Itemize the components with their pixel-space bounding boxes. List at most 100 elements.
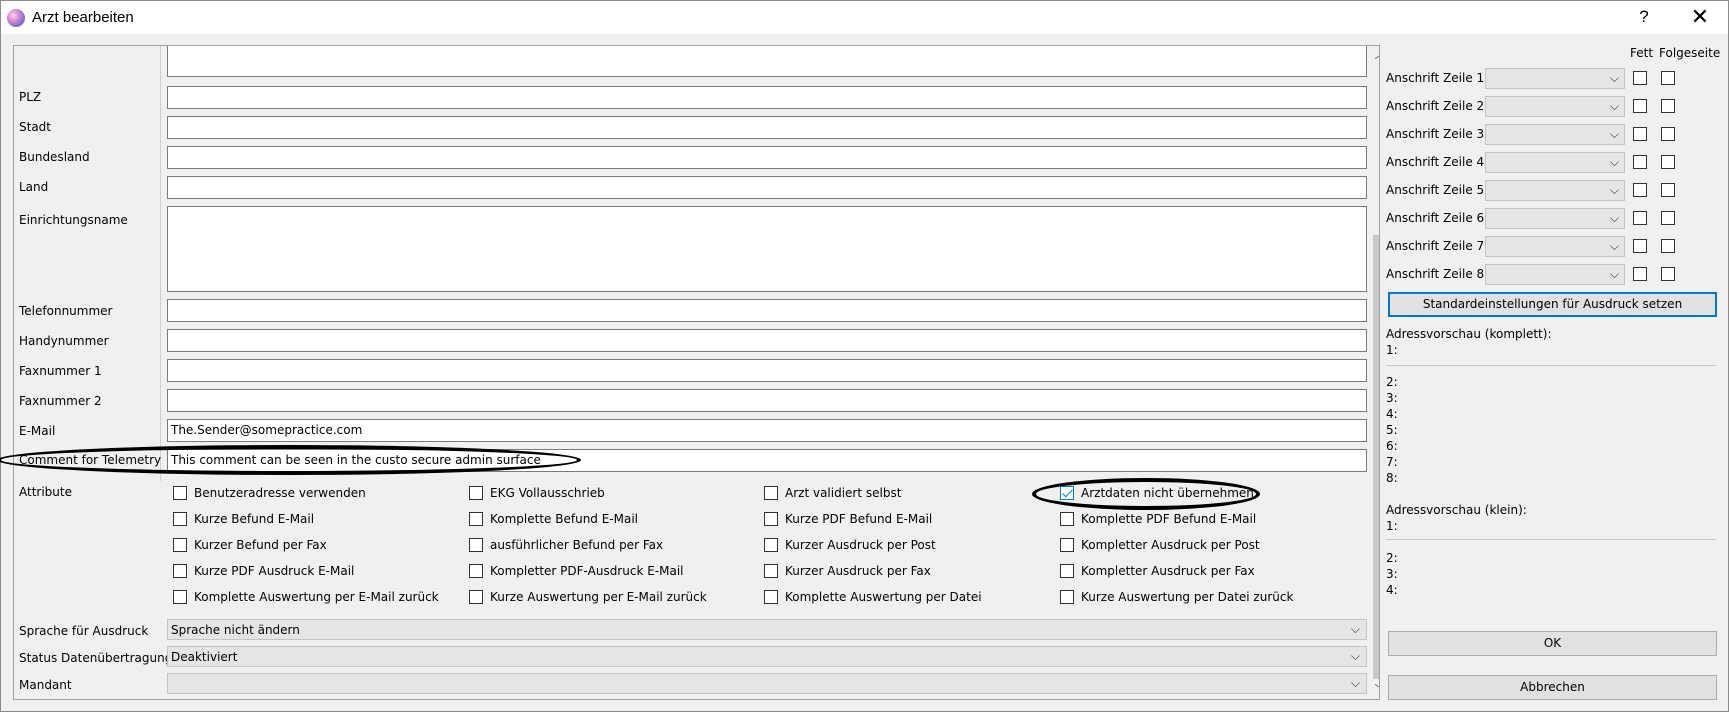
address-line-1-select[interactable]: ⌵	[1485, 68, 1625, 89]
attr-checkbox-6[interactable]	[764, 512, 778, 526]
form-scrollbar[interactable]: ︿ ﹀	[1371, 46, 1380, 699]
print-language-select[interactable]: Sprache nicht ändern ⌵	[167, 619, 1367, 640]
email-field[interactable]: The.Sender@somepractice.com	[167, 419, 1367, 442]
print-language-label: Sprache für Ausdruck	[19, 624, 149, 638]
chevron-down-icon: ⌵	[1350, 676, 1360, 690]
attr-checkbox-8[interactable]	[173, 538, 187, 552]
label-divider	[160, 46, 161, 481]
address-line-4-bold-checkbox[interactable]	[1633, 155, 1647, 169]
attr-checkbox-15[interactable]	[1060, 564, 1074, 578]
address-line-5-select[interactable]: ⌵	[1485, 180, 1625, 201]
address-line-8-bold-checkbox[interactable]	[1633, 267, 1647, 281]
attr-checkbox-7[interactable]	[1060, 512, 1074, 526]
transfer-status-label: Status Datenübertragung	[19, 651, 173, 665]
facility-name-field[interactable]	[167, 206, 1367, 292]
chevron-down-icon: ⌵	[1609, 99, 1619, 113]
attr-checkbox-11[interactable]	[1060, 538, 1074, 552]
help-button[interactable]: ?	[1631, 4, 1657, 30]
default-print-settings-button[interactable]: Standardeinstellungen für Ausdruck setze…	[1388, 292, 1717, 317]
preview-small-line: 1:	[1386, 519, 1398, 533]
attr-checkbox-12[interactable]	[173, 564, 187, 578]
attr-checkbox-5[interactable]	[469, 512, 483, 526]
chevron-down-icon: ⌵	[1609, 211, 1619, 225]
preview-full-line: 5:	[1386, 423, 1398, 437]
facility-name-label: Einrichtungsname	[19, 213, 128, 227]
plz-field[interactable]	[167, 86, 1367, 109]
attr-checkbox-0[interactable]	[173, 486, 187, 500]
attr-label-5: Komplette Befund E-Mail	[490, 512, 639, 526]
address-line-1-bold-checkbox[interactable]	[1633, 71, 1647, 85]
attr-checkbox-18[interactable]	[764, 590, 778, 604]
address-line-2-select[interactable]: ⌵	[1485, 96, 1625, 117]
scrollbar-thumb[interactable]	[1373, 235, 1379, 679]
phone-field[interactable]	[167, 299, 1367, 322]
attr-checkbox-10[interactable]	[764, 538, 778, 552]
fax1-field[interactable]	[167, 359, 1367, 382]
address-line-7-bold-checkbox[interactable]	[1633, 239, 1647, 253]
address-line-2-next-page-checkbox[interactable]	[1661, 99, 1675, 113]
attr-checkbox-4[interactable]	[173, 512, 187, 526]
dialog-window: Arzt bearbeiten ? ✕ PLZ Stadt Bundesland…	[0, 0, 1729, 712]
attr-checkbox-3[interactable]	[1060, 486, 1074, 500]
address-line-5-bold-checkbox[interactable]	[1633, 183, 1647, 197]
country-field[interactable]	[167, 176, 1367, 199]
attr-checkbox-19[interactable]	[1060, 590, 1074, 604]
attr-label-15: Kompletter Ausdruck per Fax	[1081, 564, 1255, 578]
city-field[interactable]	[167, 116, 1367, 139]
address-line-7-select[interactable]: ⌵	[1485, 236, 1625, 257]
address-line-1-label: Anschrift Zeile 1	[1386, 71, 1485, 85]
fax2-field[interactable]	[167, 389, 1367, 412]
attr-checkbox-2[interactable]	[764, 486, 778, 500]
print-language-value: Sprache nicht ändern	[171, 623, 300, 637]
address-line-2-bold-checkbox[interactable]	[1633, 99, 1647, 113]
chevron-up-icon[interactable]: ︿	[1371, 46, 1380, 64]
address-line-8-next-page-checkbox[interactable]	[1661, 267, 1675, 281]
address-line-6-bold-checkbox[interactable]	[1633, 211, 1647, 225]
preview-small-line: 2:	[1386, 551, 1398, 565]
state-field[interactable]	[167, 146, 1367, 169]
country-label: Land	[19, 180, 49, 194]
city-label: Stadt	[19, 120, 51, 134]
address-line-4-next-page-checkbox[interactable]	[1661, 155, 1675, 169]
attr-checkbox-14[interactable]	[764, 564, 778, 578]
transfer-status-select[interactable]: Deaktiviert ⌵	[167, 646, 1367, 667]
address-line-6-label: Anschrift Zeile 6	[1386, 211, 1485, 225]
attr-label-9: ausführlicher Befund per Fax	[490, 538, 664, 552]
preview-full-line: 8:	[1386, 471, 1398, 485]
address-field[interactable]	[167, 46, 1367, 77]
address-line-8-label: Anschrift Zeile 8	[1386, 267, 1485, 281]
attr-checkbox-16[interactable]	[173, 590, 187, 604]
attr-checkbox-9[interactable]	[469, 538, 483, 552]
address-line-1-next-page-checkbox[interactable]	[1661, 71, 1675, 85]
address-line-4-select[interactable]: ⌵	[1485, 152, 1625, 173]
address-line-3-bold-checkbox[interactable]	[1633, 127, 1647, 141]
attr-checkbox-1[interactable]	[469, 486, 483, 500]
mobile-field[interactable]	[167, 329, 1367, 352]
attr-label-0: Benutzeradresse verwenden	[194, 486, 366, 500]
attr-label-4: Kurze Befund E-Mail	[194, 512, 315, 526]
attr-checkbox-17[interactable]	[469, 590, 483, 604]
fax1-label: Faxnummer 1	[19, 364, 102, 378]
ok-button[interactable]: OK	[1388, 631, 1717, 656]
address-line-3-next-page-checkbox[interactable]	[1661, 127, 1675, 141]
title-bar: Arzt bearbeiten ? ✕	[1, 1, 1728, 34]
close-button[interactable]: ✕	[1683, 4, 1717, 30]
mandant-select[interactable]: ⌵	[167, 673, 1367, 694]
address-line-5-label: Anschrift Zeile 5	[1386, 183, 1485, 197]
app-logo-icon	[7, 9, 25, 27]
address-line-5-next-page-checkbox[interactable]	[1661, 183, 1675, 197]
address-line-3-select[interactable]: ⌵	[1485, 124, 1625, 145]
address-line-7-next-page-checkbox[interactable]	[1661, 239, 1675, 253]
preview-divider	[1386, 365, 1716, 366]
cancel-button[interactable]: Abbrechen	[1388, 675, 1717, 700]
address-line-6-next-page-checkbox[interactable]	[1661, 211, 1675, 225]
address-line-6-select[interactable]: ⌵	[1485, 208, 1625, 229]
address-line-7-label: Anschrift Zeile 7	[1386, 239, 1485, 253]
address-line-8-select[interactable]: ⌵	[1485, 264, 1625, 285]
chevron-down-icon: ⌵	[1350, 649, 1360, 663]
telemetry-comment-field[interactable]: This comment can be seen in the custo se…	[167, 449, 1367, 472]
transfer-status-value: Deaktiviert	[171, 650, 238, 664]
window-title: Arzt bearbeiten	[32, 9, 134, 26]
chevron-down-icon[interactable]: ﹀	[1371, 681, 1380, 699]
attr-checkbox-13[interactable]	[469, 564, 483, 578]
